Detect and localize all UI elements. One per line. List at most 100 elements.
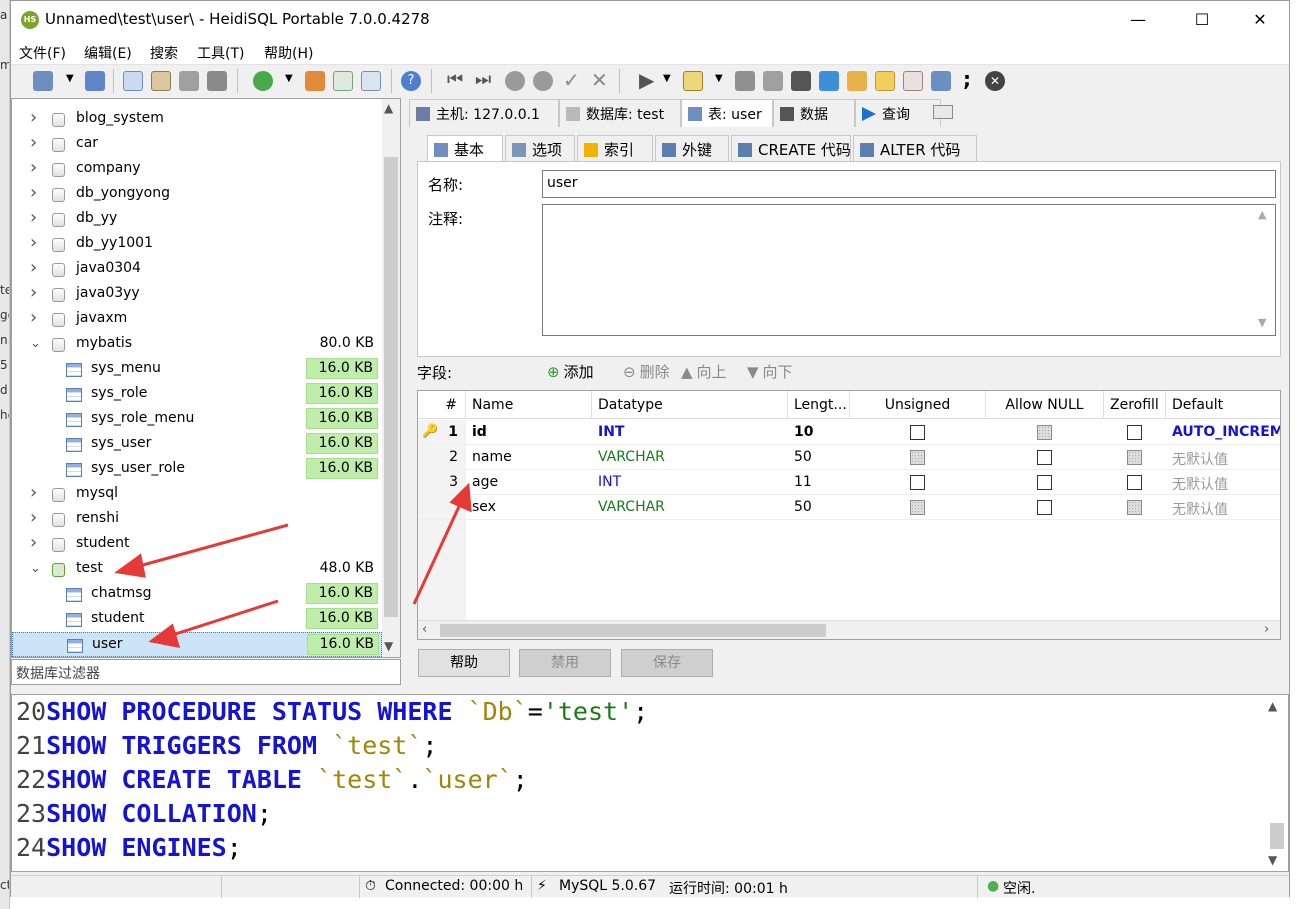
dropdown-arrow-icon[interactable]: ▼ [66,73,74,84]
tree-item-car[interactable]: › car [12,132,382,157]
field-length[interactable]: 11 [788,470,850,495]
chevron-right-icon[interactable]: › [30,107,37,128]
chevron-right-icon[interactable]: › [30,482,37,503]
chevron-right-icon[interactable]: › [30,132,37,153]
tab-host[interactable]: 主机: 127.0.0.1 [409,99,559,127]
post-check-icon[interactable]: ✓ [563,68,580,92]
replace-icon[interactable] [819,71,839,91]
tree-item-renshi[interactable]: › renshi [12,507,382,532]
chevron-right-icon[interactable]: › [30,257,37,278]
table-row[interactable]: sex VARCHAR 50 无默认值 [418,495,1280,520]
warning-icon[interactable] [875,71,895,91]
import-icon[interactable] [333,71,353,91]
subtab-2[interactable]: 索引 [577,135,653,161]
subtab-3[interactable]: 外键 [655,135,729,161]
save-button[interactable]: 保存 [621,649,713,677]
maximize-button[interactable]: ☐ [1179,1,1225,39]
dropdown-arrow-icon[interactable]: ▼ [285,73,293,84]
dropdown-arrow-icon[interactable]: ▼ [715,73,723,84]
tree-item-sys_menu[interactable]: sys_menu 16.0 KB [12,357,382,382]
zerofill-checkbox[interactable] [1127,500,1142,515]
scroll-down-icon[interactable]: ▼ [1258,316,1266,329]
tree-item-test[interactable]: ⌄ test 48.0 KB [12,557,382,582]
disconnect-icon[interactable] [85,71,105,91]
field-name[interactable]: sex [466,495,592,520]
disable-button[interactable]: 禁用 [519,649,611,677]
chevron-right-icon[interactable]: › [30,532,37,553]
chevron-right-icon[interactable]: › [30,232,37,253]
chevron-right-icon[interactable]: › [30,282,37,303]
undo-icon[interactable] [179,71,199,91]
down-field-button[interactable]: ▼ 向下 [747,361,793,382]
wrap-icon[interactable] [931,71,951,91]
scroll-left-icon[interactable]: ‹ [422,622,427,637]
column-header[interactable]: Allow NULL [986,391,1104,419]
first-record-icon[interactable]: ⏮ [447,69,463,90]
menu-file[interactable]: 文件(F) [19,43,66,63]
tree-item-db_yongyong[interactable]: › db_yongyong [12,182,382,207]
field-datatype[interactable]: VARCHAR [592,495,788,520]
field-default[interactable]: 无默认值 [1166,445,1280,470]
chevron-right-icon[interactable]: › [30,207,37,228]
tree-item-java03yy[interactable]: › java03yy [12,282,382,307]
tab-table[interactable]: 表: user [681,99,773,127]
run-icon[interactable]: ▶ [639,68,654,92]
zerofill-checkbox[interactable] [1127,450,1142,465]
field-name[interactable]: age [466,470,592,495]
close-button[interactable]: ✕ [1237,1,1283,39]
tree-item-sys_role[interactable]: sys_role 16.0 KB [12,382,382,407]
tree-item-sys_role_menu[interactable]: sys_role_menu 16.0 KB [12,407,382,432]
field-length[interactable]: 10 [788,420,850,445]
table-row[interactable]: 🔑1idINT10AUTO_INCREMENT [418,420,1280,445]
unsigned-checkbox[interactable] [910,500,925,515]
scrollbar-thumb[interactable] [1270,823,1284,849]
tab-database[interactable]: 数据库: test [559,99,681,127]
refresh-icon[interactable] [253,71,273,91]
table-name-input[interactable]: user [542,170,1276,198]
paste-icon[interactable] [151,71,171,91]
menu-edit[interactable]: 编辑(E) [84,43,132,63]
chevron-down-icon[interactable]: ⌄ [30,561,41,576]
field-datatype[interactable]: INT [592,470,788,495]
field-datatype[interactable]: VARCHAR [592,445,788,470]
database-filter-input[interactable]: 数据库过滤器 [11,659,401,685]
field-default[interactable]: 无默认值 [1166,495,1280,520]
tree-item-db_yy[interactable]: › db_yy [12,207,382,232]
dropdown-arrow-icon[interactable]: ▼ [663,73,671,84]
help-icon[interactable]: ? [401,71,421,91]
field-name[interactable]: id [466,420,592,445]
database-tree[interactable]: user 16.0 KB student 16.0 KB chatmsg 16.0 KB ⌄… [11,98,401,658]
scrollbar-thumb[interactable] [384,157,398,617]
field-default[interactable]: 无默认值 [1166,470,1280,495]
tree-item-mybatis[interactable]: ⌄ mybatis 80.0 KB [12,332,382,357]
delete-row-icon[interactable] [533,71,553,91]
chevron-right-icon[interactable]: › [30,157,37,178]
allow-null-checkbox[interactable] [1037,500,1052,515]
tree-item-javaxm[interactable]: › javaxm [12,307,382,332]
sql-log[interactable]: ▲ ▼ 20SHOW PROCEDURE STATUS WHERE `Db`='… [11,694,1289,872]
field-name[interactable]: name [466,445,592,470]
scroll-right-icon[interactable]: › [1264,622,1269,637]
user-manager-icon[interactable] [305,71,325,91]
horizontal-scrollbar[interactable]: ‹ › [418,620,1280,639]
allow-null-checkbox[interactable] [1037,425,1052,440]
subtab-5[interactable]: ALTER 代码 [853,135,977,161]
last-record-icon[interactable]: ⏭ [475,69,491,90]
field-default[interactable]: AUTO_INCREMENT [1166,420,1280,445]
unsigned-checkbox[interactable] [910,425,925,440]
zerofill-checkbox[interactable] [1127,425,1142,440]
scroll-up-icon[interactable]: ▲ [1268,699,1277,713]
tree-item-student[interactable]: student 16.0 KB [12,607,382,632]
copy-icon[interactable] [123,71,143,91]
allow-null-checkbox[interactable] [1037,450,1052,465]
print-icon[interactable] [207,71,227,91]
tree-item-db_yy1001[interactable]: › db_yy1001 [12,232,382,257]
column-header[interactable]: Zerofill [1104,391,1166,419]
edit-icon[interactable] [847,71,867,91]
scroll-up-icon[interactable]: ▲ [1258,208,1266,221]
tree-item-student[interactable]: › student [12,532,382,557]
scroll-up-icon[interactable]: ▲ [384,101,393,115]
scroll-down-icon[interactable]: ▼ [1268,853,1277,867]
field-datatype[interactable]: INT [592,420,788,445]
save-icon[interactable] [735,71,755,91]
